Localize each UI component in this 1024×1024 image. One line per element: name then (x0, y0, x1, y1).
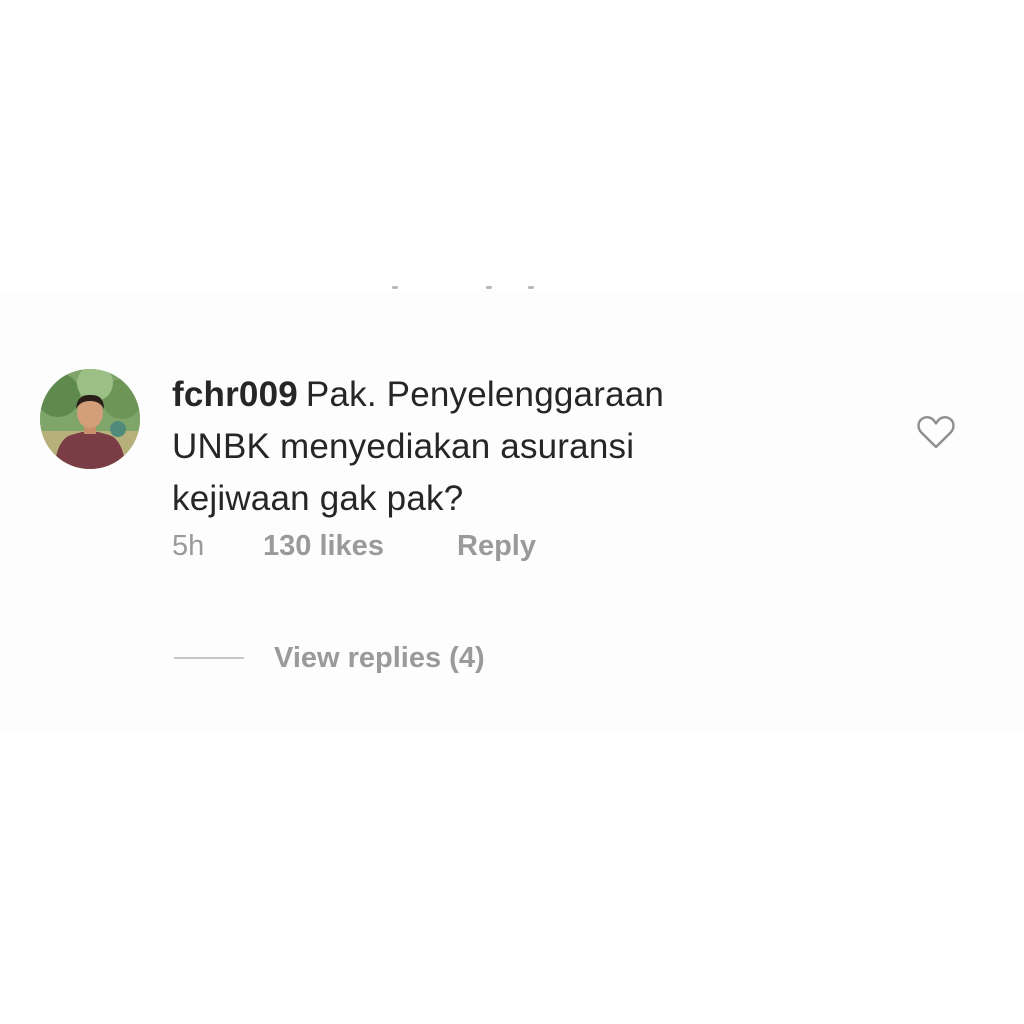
view-replies-button[interactable]: View replies (4) (274, 640, 485, 676)
avatar-photo (40, 369, 140, 469)
avatar[interactable] (40, 369, 140, 469)
comment-username[interactable]: fchr009 (172, 375, 298, 414)
comment-text: fchr009 Pak. Penyelenggaraan UNBK menyedi… (172, 369, 872, 525)
previous-comment-remnant (392, 286, 542, 292)
heart-outline-icon (917, 416, 955, 449)
like-button[interactable] (916, 414, 956, 450)
comment-timestamp: 5h (172, 530, 205, 562)
likes-count[interactable]: 130 likes (263, 528, 384, 564)
replies-divider (174, 657, 244, 659)
reply-button[interactable]: Reply (457, 528, 536, 564)
